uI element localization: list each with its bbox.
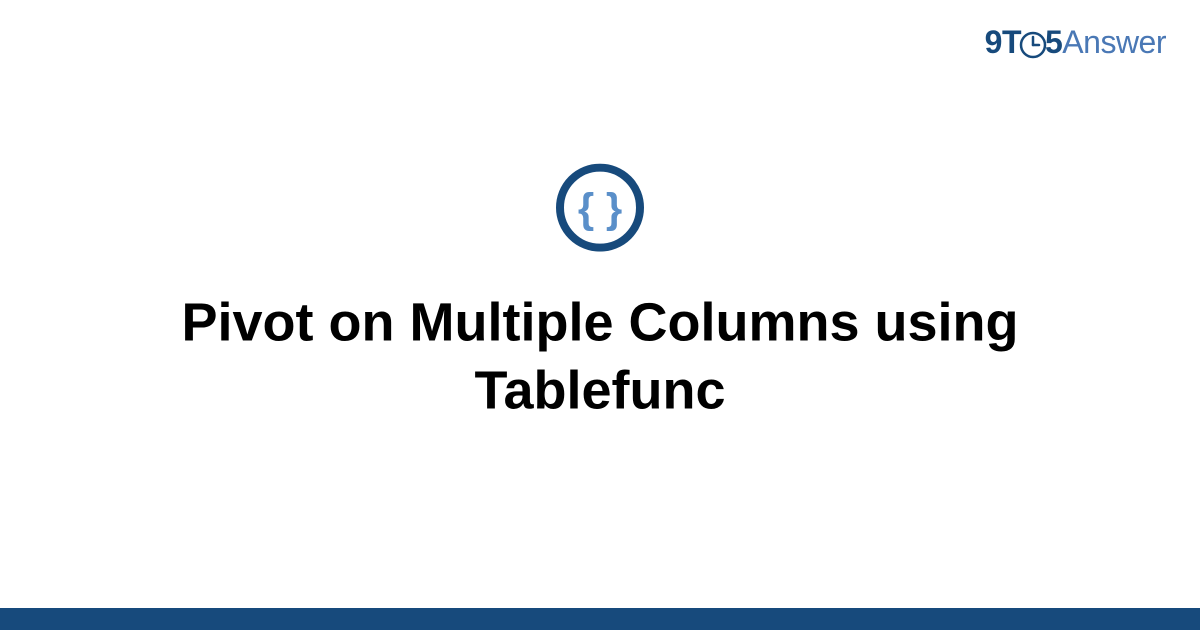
brand-logo: 9T 5Answer xyxy=(985,24,1166,61)
main-content: { } Pivot on Multiple Columns using Tabl… xyxy=(0,164,1200,425)
code-braces-icon: { } xyxy=(0,164,1200,252)
page-title: Pivot on Multiple Columns using Tablefun… xyxy=(0,290,1200,425)
logo-text-9t: 9T xyxy=(985,24,1021,60)
footer-accent-bar xyxy=(0,608,1200,630)
logo-text-answer: Answer xyxy=(1062,24,1166,60)
logo-text-5: 5 xyxy=(1045,24,1062,60)
svg-text:{ }: { } xyxy=(578,185,622,232)
clock-icon xyxy=(1019,31,1047,59)
